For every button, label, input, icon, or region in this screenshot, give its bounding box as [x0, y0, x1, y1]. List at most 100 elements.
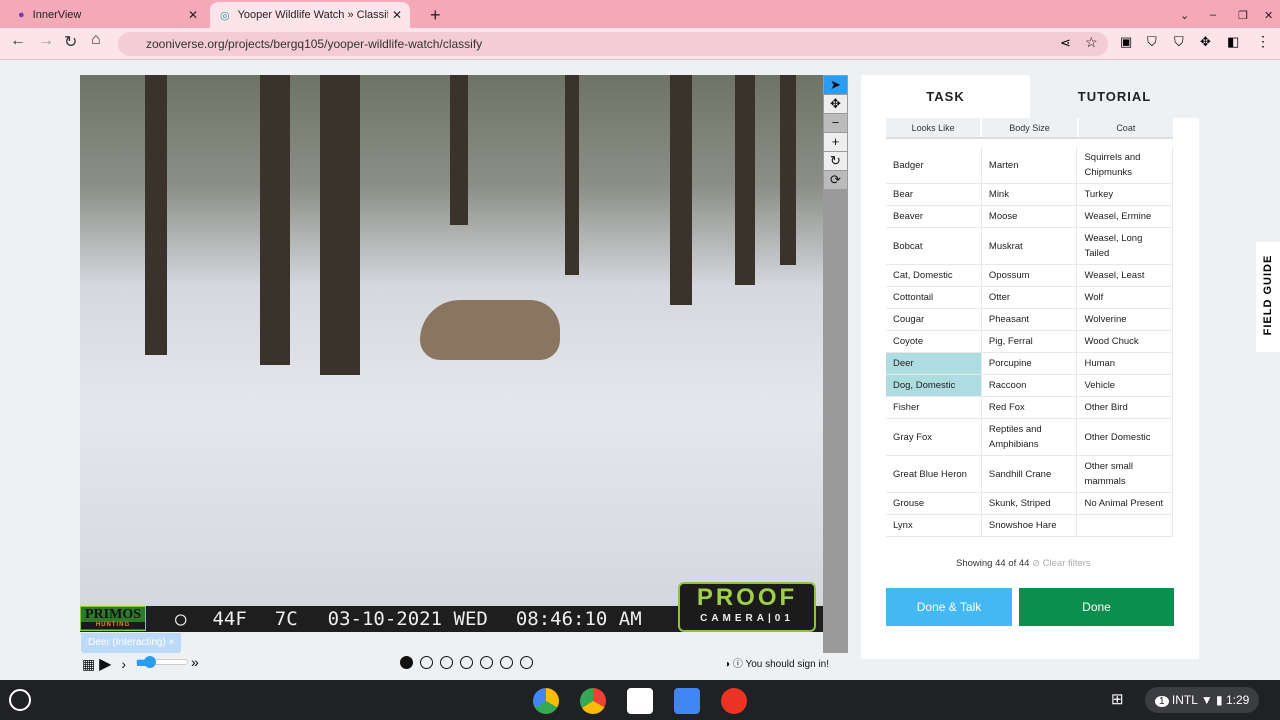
- tab-task[interactable]: TASK: [861, 75, 1030, 118]
- field-guide-button[interactable]: FIELD GUIDE: [1256, 242, 1280, 352]
- system-tray[interactable]: 1 INTL ▼ ▮ 1:29: [1145, 687, 1260, 713]
- shield-icon[interactable]: ⛉: [1147, 34, 1157, 50]
- filter-body-size[interactable]: Body Size: [982, 118, 1077, 137]
- frame-dot[interactable]: [520, 656, 533, 669]
- species-choice[interactable]: Cougar: [886, 308, 982, 331]
- gmail-icon[interactable]: [627, 688, 653, 714]
- pointer-icon[interactable]: ➤: [824, 76, 847, 94]
- species-choice[interactable]: Grouse: [886, 492, 982, 515]
- rotate-icon[interactable]: ↻: [824, 152, 847, 170]
- speed-slider[interactable]: [136, 656, 188, 668]
- side-panel-icon[interactable]: ◧: [1227, 34, 1239, 50]
- reload-icon[interactable]: ↻: [64, 32, 77, 52]
- species-choice[interactable]: Beaver: [886, 205, 982, 228]
- share-icon[interactable]: ⋖: [1060, 35, 1071, 51]
- chrome-icon[interactable]: [580, 688, 606, 714]
- species-choice[interactable]: Sandhill Crane: [981, 455, 1078, 493]
- launcher-icon[interactable]: [9, 689, 31, 711]
- tab-innerview[interactable]: ● InnerView ✕: [8, 2, 206, 28]
- frame-dot[interactable]: [480, 656, 493, 669]
- tab-search-icon[interactable]: ⌄: [1170, 2, 1199, 28]
- species-choice[interactable]: Weasel, Least: [1076, 264, 1173, 287]
- bookmark-star-icon[interactable]: ☆: [1085, 34, 1098, 51]
- species-choice[interactable]: Weasel, Long Tailed: [1076, 227, 1173, 265]
- species-choice[interactable]: Other small mammals: [1076, 455, 1173, 493]
- species-choice[interactable]: Pheasant: [981, 308, 1078, 331]
- species-choice[interactable]: Otter: [981, 286, 1078, 309]
- species-choice[interactable]: Wolf: [1076, 286, 1173, 309]
- close-tab-icon[interactable]: ✕: [392, 8, 402, 22]
- extension-icon[interactable]: ▣: [1120, 34, 1132, 50]
- species-choice[interactable]: Cat, Domestic: [886, 264, 982, 287]
- species-choice[interactable]: Badger: [886, 147, 982, 184]
- species-choice[interactable]: Other Bird: [1076, 396, 1173, 419]
- frame-dot[interactable]: [440, 656, 453, 669]
- play-icon[interactable]: ▶: [99, 656, 111, 673]
- frame-dot[interactable]: [400, 656, 413, 669]
- url-input[interactable]: zooniverse.org/projects/bergq105/yooper-…: [118, 32, 1108, 56]
- species-choice[interactable]: Human: [1076, 352, 1173, 375]
- species-choice[interactable]: Pig, Ferral: [981, 330, 1078, 353]
- docs-icon[interactable]: [674, 688, 700, 714]
- species-choice[interactable]: Other Domestic: [1076, 418, 1173, 456]
- remove-tag-icon[interactable]: ×: [169, 637, 175, 648]
- species-choice[interactable]: Snowshoe Hare: [981, 514, 1078, 537]
- subject-image[interactable]: ○ 44F 7C 03-10-2021 WED 08:46:10 AM: [80, 75, 823, 632]
- drive-icon[interactable]: [533, 688, 559, 714]
- frame-dot[interactable]: [500, 656, 513, 669]
- reset-icon[interactable]: ⟳: [824, 171, 847, 189]
- grid-icon[interactable]: ▦: [82, 656, 95, 672]
- zoom-in-icon[interactable]: +: [824, 133, 847, 151]
- clipboard-icon[interactable]: ⊞: [1111, 690, 1124, 708]
- species-choice[interactable]: Turkey: [1076, 183, 1173, 206]
- filter-coat[interactable]: Coat: [1078, 118, 1173, 137]
- tab-yooper[interactable]: ◎ Yooper Wildlife Watch » Classify ✕: [210, 2, 410, 28]
- species-choice[interactable]: Wood Chuck: [1076, 330, 1173, 353]
- close-window-icon[interactable]: ✕: [1254, 2, 1280, 28]
- info-icon[interactable]: ⓘ: [733, 659, 743, 670]
- frame-dot[interactable]: [420, 656, 433, 669]
- species-choice[interactable]: Lynx: [886, 514, 982, 537]
- tab-tutorial[interactable]: TUTORIAL: [1030, 75, 1199, 118]
- species-choice[interactable]: Muskrat: [981, 227, 1078, 265]
- puzzle-icon[interactable]: ✥: [1200, 34, 1211, 50]
- forward-icon[interactable]: →: [38, 32, 54, 50]
- species-choice[interactable]: Porcupine: [981, 352, 1078, 375]
- species-choice[interactable]: Vehicle: [1076, 374, 1173, 397]
- done-button[interactable]: Done: [1019, 588, 1174, 626]
- species-choice[interactable]: Raccoon: [981, 374, 1078, 397]
- species-choice[interactable]: Bear: [886, 183, 982, 206]
- species-choice[interactable]: Reptiles and Amphibians: [981, 418, 1078, 456]
- back-icon[interactable]: ←: [10, 32, 26, 50]
- species-choice[interactable]: Wolverine: [1076, 308, 1173, 331]
- species-choice[interactable]: Coyote: [886, 330, 982, 353]
- filter-looks-like[interactable]: Looks Like: [886, 118, 981, 137]
- new-tab-button[interactable]: +: [420, 2, 451, 28]
- menu-icon[interactable]: ⋮: [1256, 33, 1270, 50]
- species-choice[interactable]: Skunk, Striped: [981, 492, 1078, 515]
- clear-filters-button[interactable]: ⊘ Clear filters: [1032, 558, 1091, 569]
- species-choice[interactable]: Mink: [981, 183, 1078, 206]
- home-icon[interactable]: ⌂: [91, 31, 101, 49]
- frame-dot[interactable]: [460, 656, 473, 669]
- slider-thumb[interactable]: [144, 656, 156, 668]
- species-choice[interactable]: Marten: [981, 147, 1078, 184]
- species-choice[interactable]: Fisher: [886, 396, 982, 419]
- species-choice[interactable]: Bobcat: [886, 227, 982, 265]
- species-choice[interactable]: Moose: [981, 205, 1078, 228]
- minimize-icon[interactable]: –: [1200, 2, 1226, 28]
- zoom-out-icon[interactable]: −: [824, 114, 847, 132]
- move-icon[interactable]: ✥: [824, 95, 847, 113]
- close-tab-icon[interactable]: ✕: [188, 8, 198, 22]
- species-choice[interactable]: Squirrels and Chipmunks: [1076, 147, 1173, 184]
- species-choice[interactable]: Gray Fox: [886, 418, 982, 456]
- species-choice[interactable]: Dog, Domestic: [886, 374, 982, 397]
- species-choice[interactable]: Opossum: [981, 264, 1078, 287]
- species-choice[interactable]: No Animal Present: [1076, 492, 1173, 515]
- contrast-icon[interactable]: ◑: [724, 659, 730, 670]
- species-choice[interactable]: Great Blue Heron: [886, 455, 982, 493]
- species-choice[interactable]: Weasel, Ermine: [1076, 205, 1173, 228]
- slower-icon[interactable]: ›: [121, 656, 126, 672]
- faster-icon[interactable]: »: [191, 654, 199, 670]
- subject-tag[interactable]: Deer (Interacting) ×: [81, 633, 182, 653]
